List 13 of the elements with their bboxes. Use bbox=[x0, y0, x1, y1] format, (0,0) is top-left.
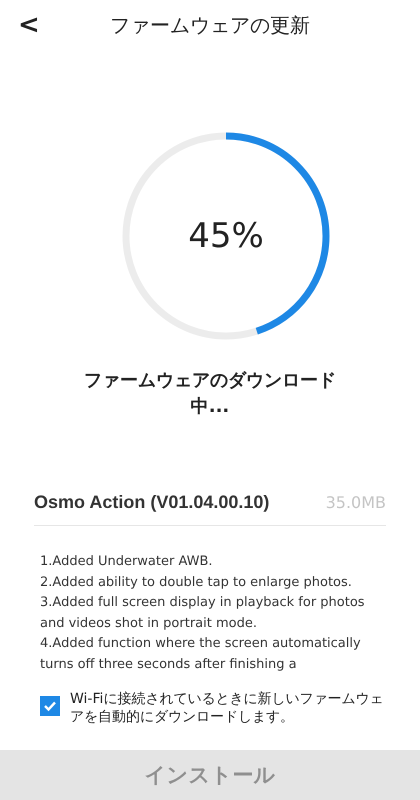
checkbox-label: Wi-Fiに接続されているときに新しいファームウェアを自動的にダウンロードします。 bbox=[70, 690, 384, 726]
release-note: 2.Added ability to double tap to enlarge photos. bbox=[40, 574, 353, 592]
release-note: 4.Added function where the screen automatically turns off three seconds after finishing a bbox=[40, 635, 362, 674]
download-status: ファームウェアのダウンロード中... bbox=[83, 369, 337, 419]
progress-percent: 45% bbox=[188, 216, 264, 256]
check-icon bbox=[43, 699, 57, 713]
release-note: 1.Added Underwater AWB. bbox=[40, 553, 214, 571]
checkbox[interactable] bbox=[40, 696, 60, 716]
firmware-name: Osmo Action (V01.04.00.10) bbox=[34, 492, 270, 513]
release-note: 3.Added full screen display in playback for photos and videos shot in portrait mode. bbox=[40, 594, 366, 632]
page-title: ファームウェアの更新 bbox=[110, 12, 310, 38]
back-button[interactable]: < bbox=[0, 10, 40, 40]
firmware-size: 35.0MB bbox=[326, 493, 386, 512]
